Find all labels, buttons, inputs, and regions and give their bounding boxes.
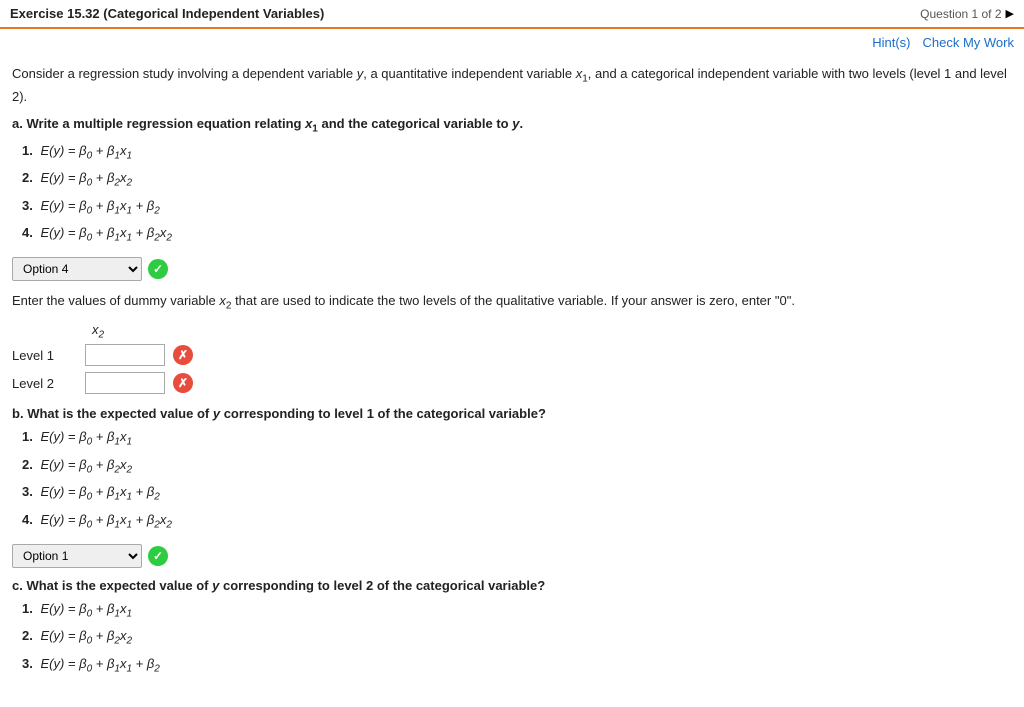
level1-label: Level 1	[12, 348, 77, 363]
dummy-var-section: Enter the values of dummy variable x2 th…	[12, 291, 1012, 394]
part-b-label: b. What is the expected value of y corre…	[12, 406, 1012, 421]
header-bar: Exercise 15.32 (Categorical Independent …	[0, 0, 1024, 29]
part-c-option-3: 3. E(y) = β0 + β1x1 + β2	[22, 654, 1012, 678]
part-a-correct-icon: ✓	[148, 259, 168, 279]
level1-incorrect-icon: ✗	[173, 345, 193, 365]
hints-link[interactable]: Hint(s)	[872, 35, 910, 50]
exercise-title: Exercise 15.32 (Categorical Independent …	[10, 6, 324, 21]
next-arrow-icon[interactable]: ▶	[1006, 7, 1014, 20]
part-b-option-4: 4. E(y) = β0 + β1x1 + β2x2	[22, 510, 1012, 534]
part-c-option-2: 2. E(y) = β0 + β2x2	[22, 626, 1012, 650]
part-b-options-list: 1. E(y) = β0 + β1x1 2. E(y) = β0 + β2x2 …	[12, 427, 1012, 533]
level2-input[interactable]	[85, 372, 165, 394]
part-b-question: What is the expected value of y correspo…	[27, 406, 546, 421]
part-b-answer-row: Option 1 Option 2 Option 3 Option 4 ✓	[12, 544, 1012, 568]
part-c-question: What is the expected value of y correspo…	[26, 578, 545, 593]
part-b-option-2: 2. E(y) = β0 + β2x2	[22, 455, 1012, 479]
question-nav: Question 1 of 2 ▶	[920, 7, 1014, 21]
part-b-dropdown[interactable]: Option 1 Option 2 Option 3 Option 4	[12, 544, 142, 568]
part-a-question: Write a multiple regression equation rel…	[26, 116, 523, 131]
main-content: Consider a regression study involving a …	[0, 56, 1024, 695]
part-b-option-1: 1. E(y) = β0 + β1x1	[22, 427, 1012, 451]
part-a-option-1: 1. E(y) = β0 + β1x1	[22, 141, 1012, 165]
part-b-option-3: 3. E(y) = β0 + β1x1 + β2	[22, 482, 1012, 506]
level1-row: Level 1 ✗	[12, 344, 1012, 366]
level2-label: Level 2	[12, 376, 77, 391]
top-links: Hint(s) Check My Work	[0, 29, 1024, 56]
part-a-option-3: 3. E(y) = β0 + β1x1 + β2	[22, 196, 1012, 220]
part-c-option-1: 1. E(y) = β0 + β1x1	[22, 599, 1012, 623]
dummy-var-label: Enter the values of dummy variable x2 th…	[12, 291, 1012, 314]
part-a-dropdown[interactable]: Option 1 Option 2 Option 3 Option 4	[12, 257, 142, 281]
part-c-options-list: 1. E(y) = β0 + β1x1 2. E(y) = β0 + β2x2 …	[12, 599, 1012, 678]
part-a-answer-row: Option 1 Option 2 Option 3 Option 4 ✓	[12, 257, 1012, 281]
check-my-work-link[interactable]: Check My Work	[923, 35, 1015, 50]
level2-row: Level 2 ✗	[12, 372, 1012, 394]
part-a-option-2: 2. E(y) = β0 + β2x2	[22, 168, 1012, 192]
part-b-correct-icon: ✓	[148, 546, 168, 566]
part-c-label: c. What is the expected value of y corre…	[12, 578, 1012, 593]
part-a-option-4: 4. E(y) = β0 + β1x1 + β2x2	[22, 223, 1012, 247]
part-a-options-list: 1. E(y) = β0 + β1x1 2. E(y) = β0 + β2x2 …	[12, 141, 1012, 247]
question-nav-text: Question 1 of 2	[920, 7, 1001, 21]
level1-input[interactable]	[85, 344, 165, 366]
level2-incorrect-icon: ✗	[173, 373, 193, 393]
x2-column-header: x2	[92, 322, 1012, 341]
intro-text: Consider a regression study involving a …	[12, 64, 1012, 106]
part-a-label: a. Write a multiple regression equation …	[12, 116, 1012, 135]
